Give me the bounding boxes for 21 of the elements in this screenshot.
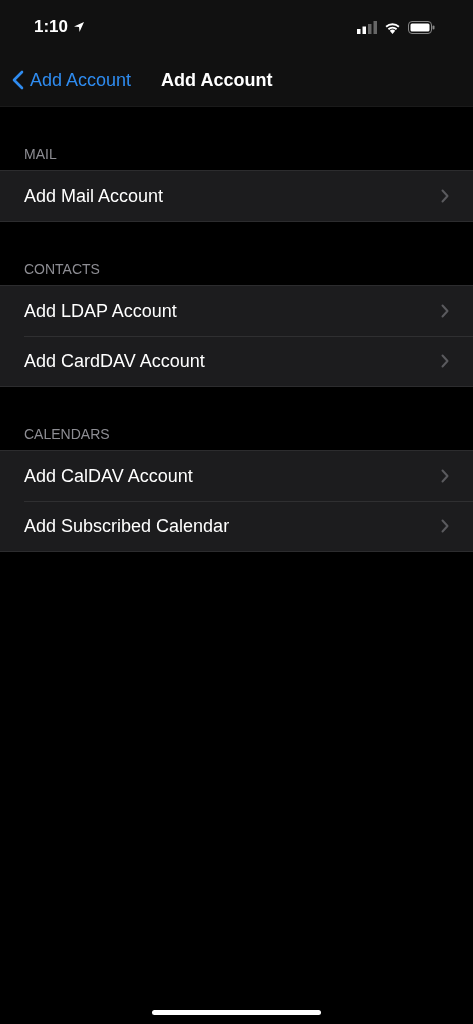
chevron-right-icon bbox=[441, 304, 449, 318]
list-row[interactable]: Add LDAP Account bbox=[0, 286, 473, 336]
nav-title: Add Account bbox=[161, 69, 273, 91]
list-row[interactable]: Add CalDAV Account bbox=[0, 451, 473, 501]
status-time: 1:10 bbox=[34, 17, 69, 37]
list-row[interactable]: Add Subscribed Calendar bbox=[0, 501, 473, 551]
chevron-right-icon bbox=[441, 354, 449, 368]
chevron-right-icon bbox=[441, 469, 449, 483]
chevron-right-icon bbox=[441, 519, 449, 533]
section-header: MAIL bbox=[24, 146, 57, 162]
back-button[interactable]: Add Account bbox=[12, 69, 132, 91]
signal-icon bbox=[357, 20, 377, 34]
chevron-right-icon bbox=[441, 189, 449, 203]
battery-icon bbox=[408, 20, 435, 34]
location-arrow-icon bbox=[73, 21, 86, 33]
list-row[interactable]: Add CardDAV Account bbox=[0, 336, 473, 386]
section-header: CONTACTS bbox=[24, 261, 100, 277]
chevron-left-icon bbox=[12, 70, 24, 90]
wifi-icon bbox=[384, 20, 401, 34]
list-row[interactable]: Add Mail Account bbox=[0, 171, 473, 221]
section-header: CALENDARS bbox=[24, 426, 110, 442]
